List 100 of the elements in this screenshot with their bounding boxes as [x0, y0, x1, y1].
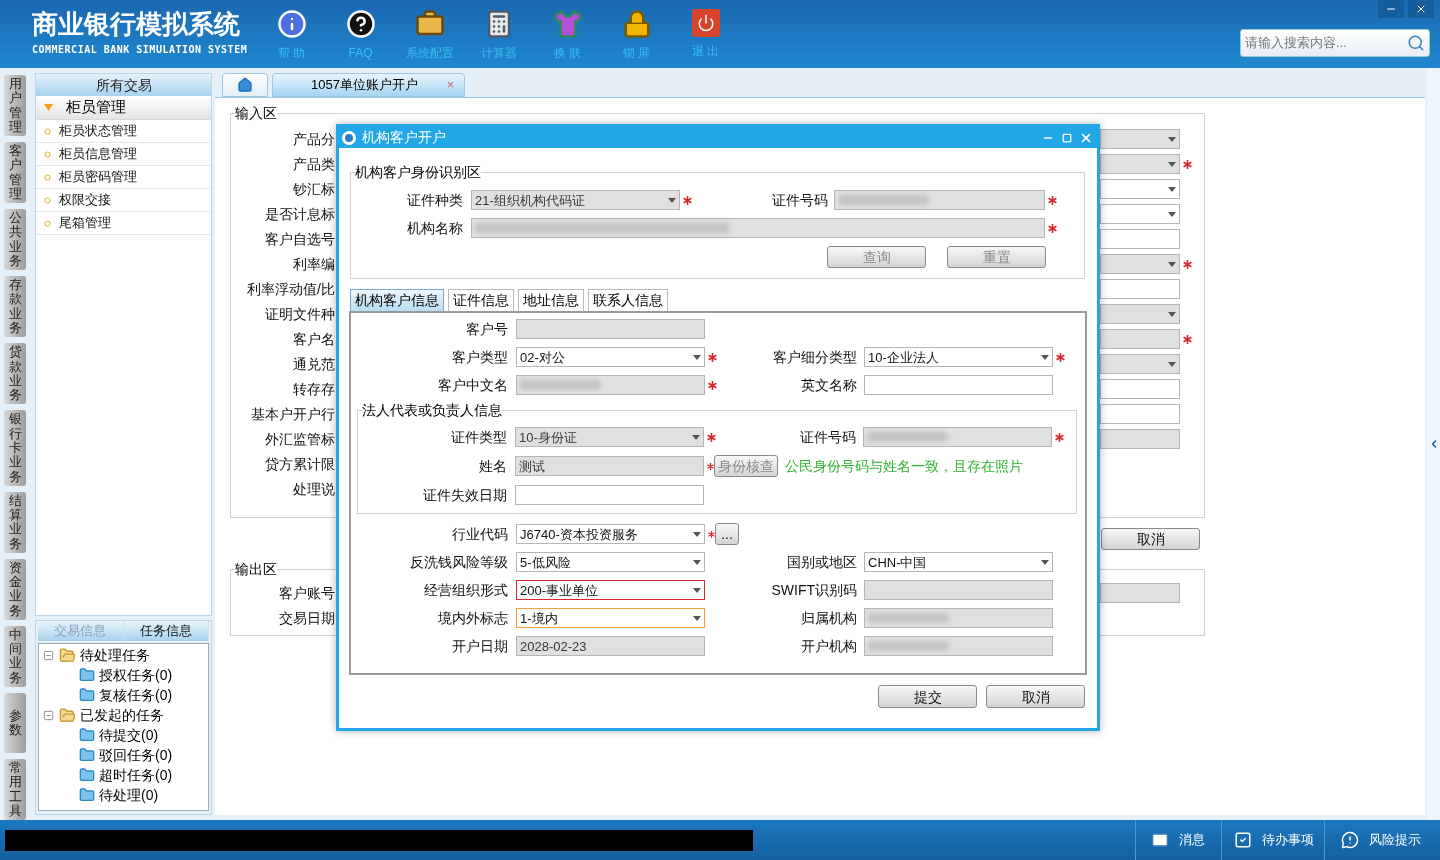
- bullet-icon: [44, 196, 51, 204]
- dropdown[interactable]: 02-对公: [516, 347, 705, 367]
- tree-node[interactable]: 驳回任务(0): [79, 745, 208, 765]
- tree-node[interactable]: 超时任务(0): [79, 765, 208, 785]
- caret-icon: [693, 559, 701, 565]
- close-button[interactable]: [1408, 0, 1434, 18]
- dropdown[interactable]: [1100, 204, 1180, 224]
- menu-item[interactable]: 柜员状态管理: [36, 120, 211, 143]
- field-label: 外汇监管标: [264, 429, 335, 449]
- menu-item[interactable]: 柜员信息管理: [36, 143, 211, 166]
- page-tab[interactable]: 1057单位账户开户 ×: [272, 73, 465, 97]
- side-tab[interactable]: 结算业务: [4, 491, 26, 553]
- caret-icon: [1168, 186, 1176, 192]
- status-button[interactable]: 消息: [1135, 820, 1221, 860]
- menu-item[interactable]: 权限交接: [36, 189, 211, 212]
- folder-icon: [79, 727, 95, 743]
- cancel-button[interactable]: 取消: [986, 685, 1085, 708]
- caret-icon: [693, 615, 701, 621]
- folder-icon: [79, 747, 95, 763]
- caret-icon: [1041, 559, 1049, 565]
- side-tab[interactable]: 常用工具: [4, 758, 26, 821]
- bullet-icon: [44, 127, 51, 135]
- side-tab[interactable]: 贷款业务: [4, 343, 26, 405]
- folder-icon: [79, 787, 95, 803]
- tree-node[interactable]: 待处理任务: [43, 645, 208, 665]
- tree-node[interactable]: 待提交(0): [79, 725, 208, 745]
- status-button[interactable]: 风险提示: [1324, 820, 1440, 860]
- menu-group[interactable]: 柜员管理: [36, 96, 211, 120]
- dropdown[interactable]: CHN-中国: [864, 552, 1053, 572]
- field-label: SWIFT识别码: [770, 580, 858, 600]
- form-tab[interactable]: 证件信息: [448, 289, 514, 311]
- side-tab[interactable]: 银行卡业务: [4, 410, 26, 486]
- cancel-button[interactable]: 取消: [1101, 528, 1200, 550]
- side-tab[interactable]: 中间业务: [4, 625, 26, 687]
- form-tab[interactable]: 机构客户信息: [350, 289, 444, 311]
- folder-icon: [59, 706, 76, 724]
- field-label: 客户号: [465, 319, 509, 339]
- side-tab[interactable]: 存款业务: [4, 276, 26, 338]
- dropdown[interactable]: J6740-资本投资服务: [516, 524, 705, 544]
- dropdown[interactable]: 5-低风险: [516, 552, 705, 572]
- status-button[interactable]: 待办事项: [1221, 820, 1324, 860]
- field-label: 利率编: [292, 254, 335, 274]
- field-label: 产品类: [292, 154, 335, 174]
- verification-message: 公民身份号码与姓名一致，且存在照片: [785, 456, 1023, 476]
- section-title: 机构客户身份识别区: [355, 163, 481, 182]
- side-tab[interactable]: 公共业务: [4, 209, 26, 271]
- input-field[interactable]: [1100, 229, 1180, 249]
- input-field[interactable]: [515, 485, 704, 505]
- side-tab[interactable]: 资金业务: [4, 558, 26, 620]
- input-field[interactable]: [1100, 404, 1180, 424]
- dropdown[interactable]: [1100, 179, 1180, 199]
- input-field[interactable]: [864, 375, 1053, 395]
- field-label: 姓名: [478, 456, 508, 476]
- browse-button[interactable]: ...: [715, 523, 739, 545]
- power-icon: [691, 9, 720, 37]
- bullet-icon: [44, 150, 51, 158]
- caret-icon: [1168, 361, 1176, 367]
- panel-tab[interactable]: 任务信息: [123, 621, 209, 641]
- field-label: 客户类型: [451, 347, 509, 367]
- field-label: 证件种类: [406, 190, 464, 210]
- menu-item[interactable]: 柜员密码管理: [36, 166, 211, 189]
- field-label: 境内外标志: [437, 608, 509, 628]
- home-tab[interactable]: [222, 73, 268, 97]
- collapse-handle[interactable]: [1427, 68, 1440, 820]
- field-label: 英文名称: [800, 375, 858, 395]
- tree-node[interactable]: 已发起的任务: [43, 705, 208, 725]
- field-label: 客户账号: [278, 583, 335, 603]
- input-field[interactable]: [1100, 379, 1180, 399]
- caret-icon: [668, 197, 676, 203]
- search-box[interactable]: 请输入搜索内容...: [1240, 29, 1430, 57]
- side-tab[interactable]: 参数: [4, 692, 26, 753]
- form-tab[interactable]: 地址信息: [518, 289, 584, 311]
- tree-node[interactable]: 待处理(0): [79, 785, 208, 805]
- side-tab[interactable]: 用户管理: [4, 75, 26, 137]
- tree-node[interactable]: 复核任务(0): [79, 685, 208, 705]
- submit-button[interactable]: 提交: [878, 685, 977, 708]
- help-icon: [345, 9, 376, 39]
- field-label: 归属机构: [800, 608, 858, 628]
- input-field[interactable]: [1100, 279, 1180, 299]
- info-icon: [276, 9, 307, 39]
- side-tab[interactable]: 客户管理: [4, 142, 26, 204]
- field-label: 贷方累计限: [264, 454, 335, 474]
- menu-item[interactable]: 尾箱管理: [36, 212, 211, 235]
- form-tab[interactable]: 联系人信息: [588, 289, 668, 311]
- minimize-button[interactable]: [1378, 0, 1404, 18]
- dropdown[interactable]: 1-境内: [516, 608, 705, 628]
- field-label: 是否计息标: [264, 204, 335, 224]
- section-title: 输入区: [235, 104, 277, 123]
- dropdown[interactable]: 200-事业单位: [516, 580, 705, 600]
- field-label: 反洗钱风险等级: [409, 552, 509, 572]
- field-label: 开户日期: [451, 636, 509, 656]
- search-field[interactable]: 请输入搜索内容...: [1245, 33, 1395, 53]
- dropdown[interactable]: 10-企业法人: [864, 347, 1053, 367]
- home-icon: [237, 77, 253, 93]
- maximize-icon: [1062, 132, 1072, 143]
- tree-node[interactable]: 授权任务(0): [79, 665, 208, 685]
- field-label: 客户名: [292, 329, 335, 349]
- field-label: 经营组织形式: [423, 580, 509, 600]
- field-label: 国别或地区: [786, 552, 858, 572]
- caret-icon: [1041, 354, 1049, 360]
